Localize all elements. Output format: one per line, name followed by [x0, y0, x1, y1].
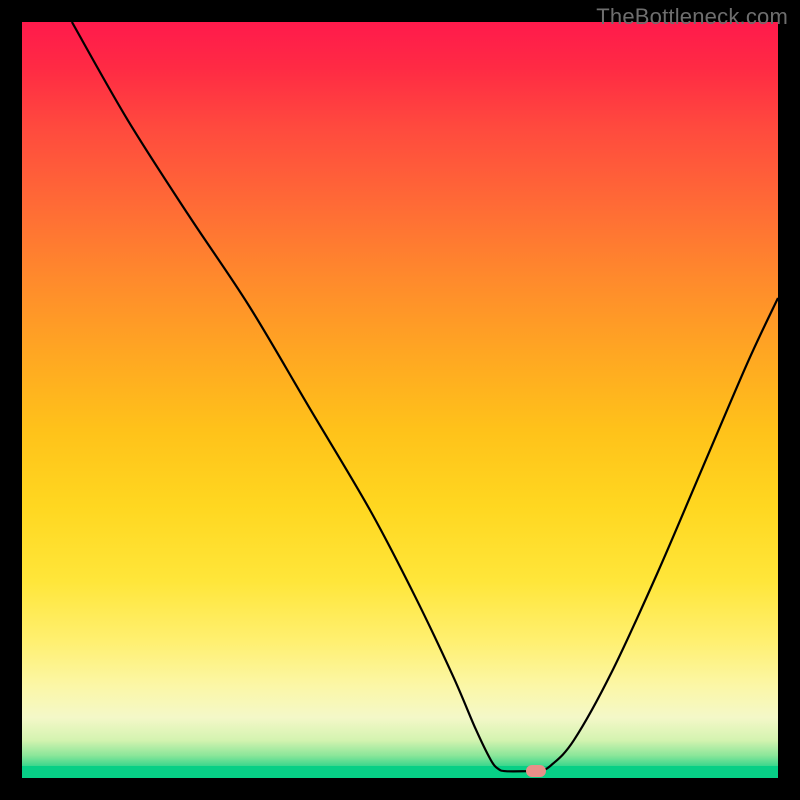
plot-area: [22, 22, 778, 778]
watermark-text: TheBottleneck.com: [596, 4, 788, 30]
minimum-marker-icon: [526, 765, 546, 777]
chart-curve: [22, 22, 778, 778]
curve-path: [72, 22, 778, 772]
chart-frame: TheBottleneck.com: [0, 0, 800, 800]
